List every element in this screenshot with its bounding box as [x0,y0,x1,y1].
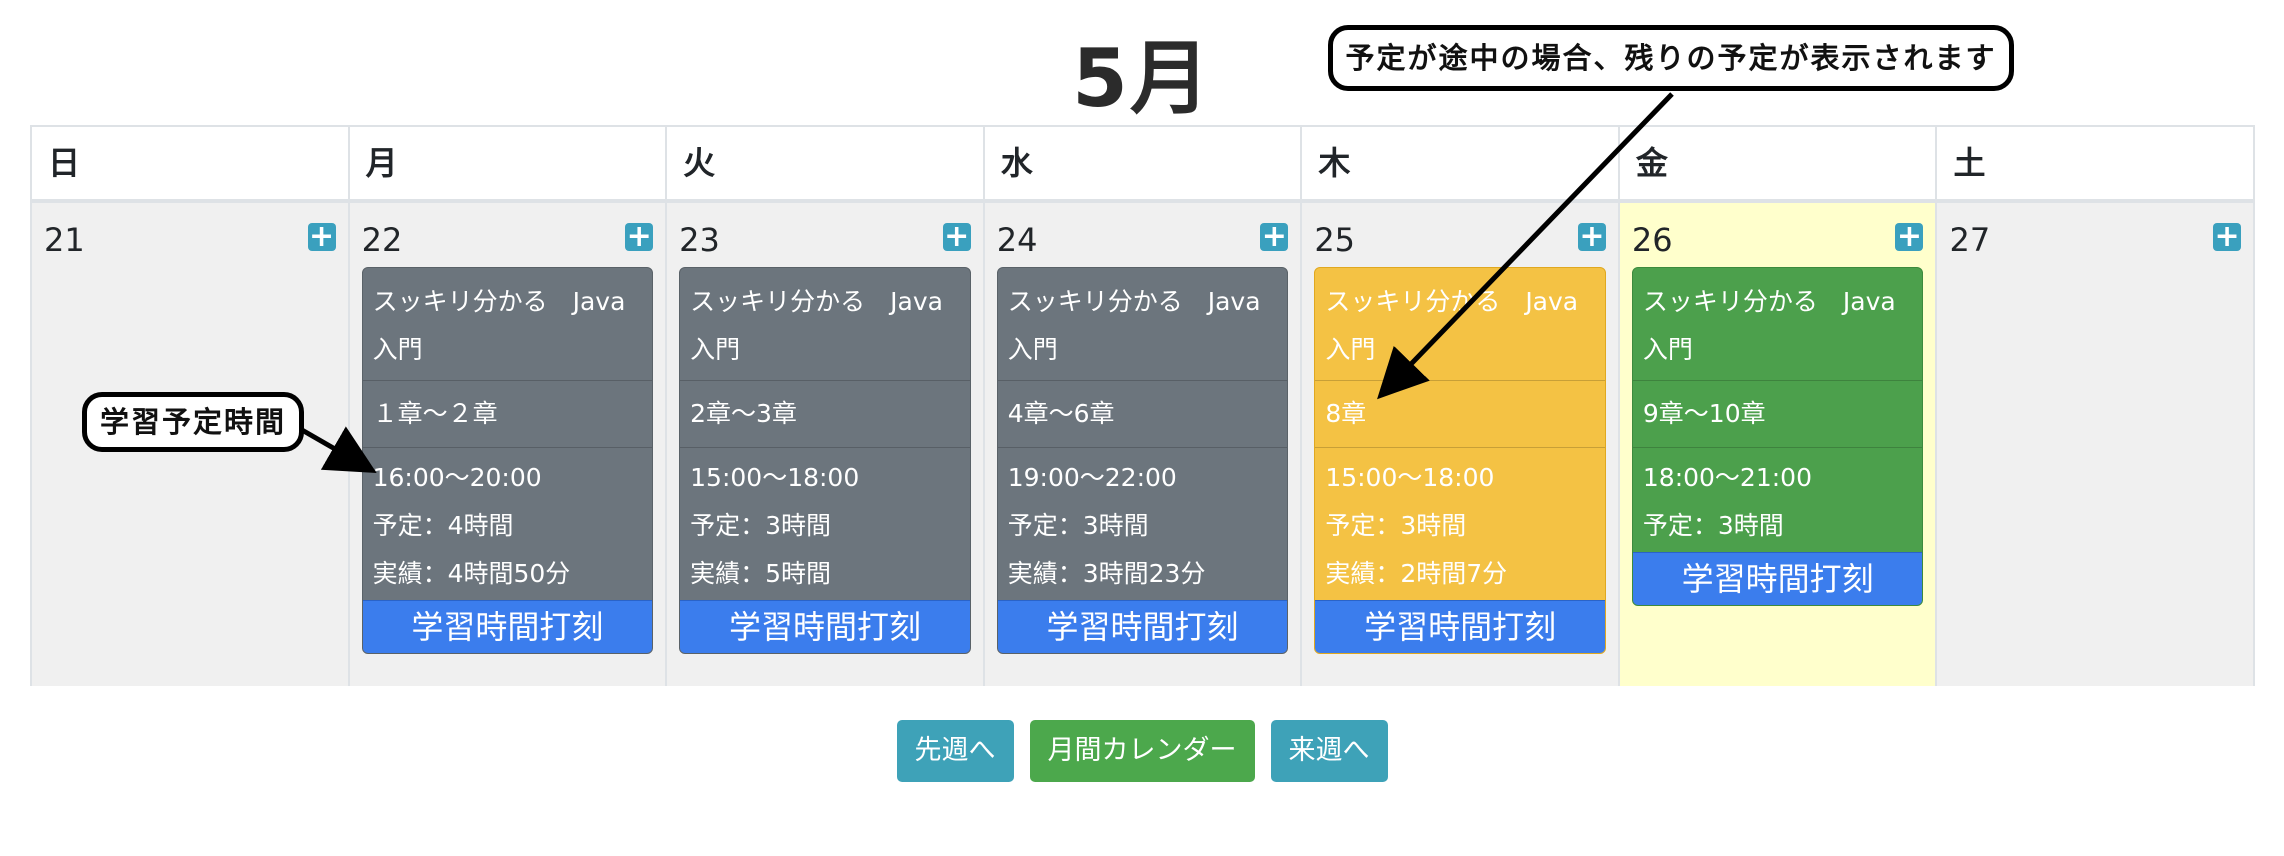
card-book-title: スッキリ分かる Java入門 [1632,268,1923,381]
card-time-range: 16:00〜20:00 [372,463,542,492]
card-time-range: 15:00〜18:00 [690,463,860,492]
day-cell-27[interactable]: 27 + [1937,203,2254,686]
week-calendar: 日 月 火 水 木 金 土 21 + 22 + スッキリ分かる Java入門 １… [30,125,2255,686]
day-number: 26 [1631,221,1673,259]
card-chapter: 9章〜10章 [1632,381,1923,448]
weekday-header-row: 日 月 火 水 木 金 土 [32,127,2253,203]
card-planned: 予定：3時間 [1007,511,1149,540]
stamp-study-time-button[interactable]: 学習時間打刻 [1632,552,1923,605]
card-time-range: 18:00〜21:00 [1642,463,1812,492]
prev-week-button[interactable]: 先週へ [896,720,1014,782]
card-time-range: 15:00〜18:00 [1325,463,1495,492]
stamp-study-time-button[interactable]: 学習時間打刻 [997,600,1288,653]
study-plan-card[interactable]: スッキリ分かる Java入門 １章〜２章 16:00〜20:00 予定：4時間 … [361,267,654,654]
card-chapter: 2章〜3章 [680,381,970,448]
stamp-study-time-button[interactable]: 学習時間打刻 [1315,600,1605,653]
card-book-title: スッキリ分かる Java入門 [1315,268,1605,381]
card-book-title: スッキリ分かる Java入門 [997,268,1288,381]
weekday-sat: 土 [1953,144,1986,182]
card-actual: 実績：2時間7分 [1325,559,1508,588]
day-cell-23[interactable]: 23 + スッキリ分かる Java入門 2章〜3章 15:00〜18:00 予定… [667,203,985,686]
card-planned: 予定：4時間 [372,511,514,540]
week-navigation: 先週へ 月間カレンダー 来週へ [0,720,2284,782]
day-cell-22[interactable]: 22 + スッキリ分かる Java入門 １章〜２章 16:00〜20:00 予定… [349,203,668,686]
card-time-range: 19:00〜22:00 [1007,463,1177,492]
next-week-button[interactable]: 来週へ [1270,720,1388,782]
plus-icon[interactable]: + [1895,222,1924,252]
monthly-calendar-button[interactable]: 月間カレンダー [1029,720,1255,782]
stamp-study-time-button[interactable]: 学習時間打刻 [362,600,653,653]
weekday-thu: 木 [1302,127,1620,199]
card-book-title: スッキリ分かる Java入門 [680,268,970,381]
day-cell-26-today[interactable]: 26 + スッキリ分かる Java入門 9章〜10章 18:00〜21:00 予… [1619,203,1938,686]
card-planned: 予定：3時間 [1325,511,1467,540]
card-planned: 予定：3時間 [1642,511,1784,540]
day-number: 22 [361,221,403,259]
study-plan-card-upcoming[interactable]: スッキリ分かる Java入門 9章〜10章 18:00〜21:00 予定：3時間… [1631,267,1924,606]
plus-icon[interactable]: + [942,222,971,252]
annotation-callout-remaining-plan: 予定が途中の場合、残りの予定が表示されます [1328,25,2014,91]
plus-icon[interactable]: + [625,222,654,252]
day-number: 21 [44,221,85,259]
card-actual: 実績：3時間23分 [1007,559,1206,588]
card-planned: 予定：3時間 [690,511,832,540]
plus-icon[interactable]: + [2213,222,2242,252]
day-cell-25[interactable]: 25 + スッキリ分かる Java入門 8章 15:00〜18:00 予定：3時… [1302,203,1620,686]
day-number: 25 [1314,221,1356,259]
card-actual: 実績：4時間50分 [372,559,571,588]
annotation-callout-planned-time: 学習予定時間 [82,392,304,452]
study-plan-card-in-progress[interactable]: スッキリ分かる Java入門 8章 15:00〜18:00 予定：3時間 実績：… [1314,267,1606,654]
card-chapter: 8章 [1315,381,1605,448]
weekday-mon: 月 [350,127,668,199]
card-chapter: 4章〜6章 [997,381,1288,448]
day-number: 24 [996,221,1038,259]
stamp-study-time-button[interactable]: 学習時間打刻 [680,600,970,653]
weekday-tue: 火 [667,127,985,199]
study-plan-card[interactable]: スッキリ分かる Java入門 2章〜3章 15:00〜18:00 予定：3時間 … [679,267,971,654]
card-actual: 実績：5時間 [690,559,832,588]
day-number: 27 [1949,221,1991,259]
day-number: 23 [679,221,720,259]
card-book-title: スッキリ分かる Java入門 [362,268,653,381]
plus-icon[interactable]: + [1260,222,1289,252]
weekday-wed: 水 [985,127,1303,199]
week-row: 21 + 22 + スッキリ分かる Java入門 １章〜２章 16:00〜20:… [32,203,2254,686]
weekday-fri: 金 [1620,127,1938,199]
weekday-sun: 日 [32,127,350,199]
day-cell-24[interactable]: 24 + スッキリ分かる Java入門 4章〜6章 19:00〜22:00 予定… [984,203,1303,686]
plus-icon[interactable]: + [307,222,336,252]
card-chapter: １章〜２章 [362,381,653,448]
plus-icon[interactable]: + [1577,222,1606,252]
study-plan-card[interactable]: スッキリ分かる Java入門 4章〜6章 19:00〜22:00 予定：3時間 … [996,267,1289,654]
